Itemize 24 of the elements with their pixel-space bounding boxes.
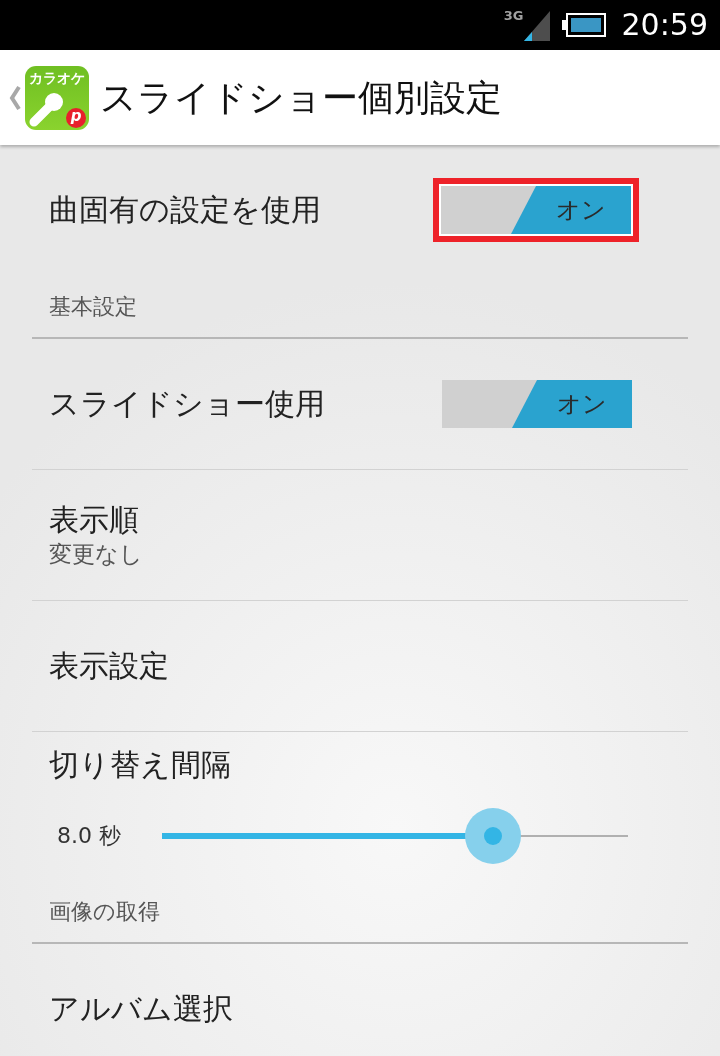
setting-summary: 変更なし [49, 540, 143, 569]
logo-badge: p [66, 107, 86, 128]
setting-title: 表示設定 [49, 647, 169, 685]
section-header: 画像の取得 [49, 898, 161, 926]
setting-title: 曲固有の設定を使用 [49, 191, 321, 229]
setting-title: スライドショー使用 [49, 385, 325, 423]
setting-title: アルバム選択 [49, 990, 233, 1028]
logo-text: カラオケ [29, 68, 85, 87]
toggle-switch[interactable]: オン [441, 186, 631, 234]
screen-title: スライドショー個別設定 [100, 75, 502, 120]
signal-icon [523, 11, 550, 41]
battery-icon [561, 13, 606, 37]
slider-value: 8.0 秒 [57, 822, 122, 850]
microphone-icon [29, 90, 65, 127]
network-type: 3G [503, 8, 524, 24]
toggle-switch[interactable]: オン [442, 380, 632, 428]
app-logo[interactable]: カラオケ p [25, 65, 89, 130]
back-caret-icon[interactable] [9, 84, 21, 111]
section-header: 基本設定 [49, 293, 138, 321]
setting-title: 表示順 [49, 501, 139, 539]
slider-track[interactable] [162, 808, 628, 864]
clock: 20:59 [621, 7, 708, 43]
setting-title: 切り替え間隔 [49, 746, 232, 784]
slider-thumb[interactable] [464, 808, 521, 864]
